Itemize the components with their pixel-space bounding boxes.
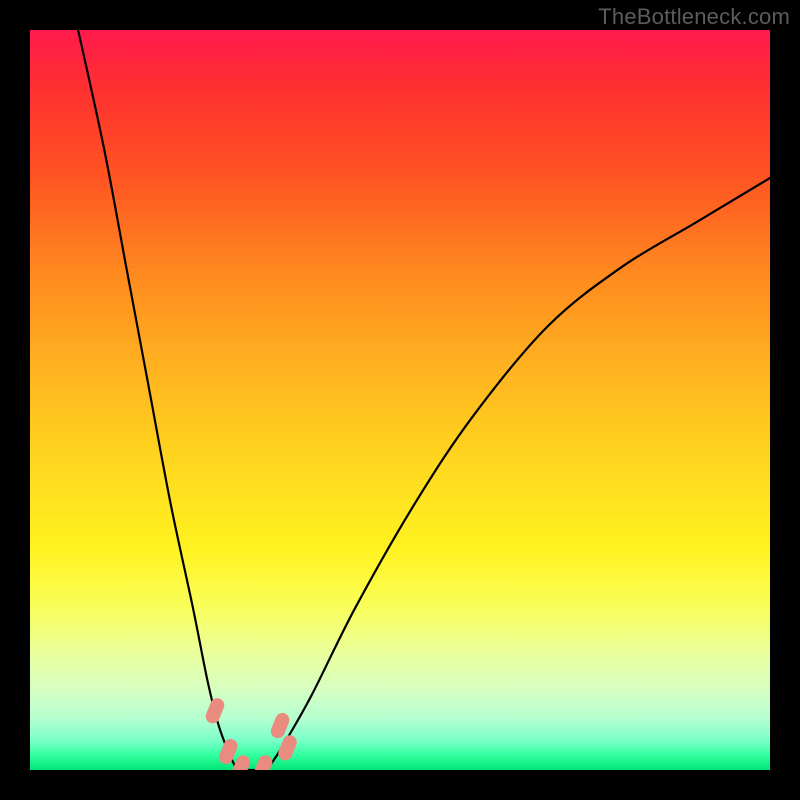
curve-layer — [30, 30, 770, 770]
curve-right-branch — [267, 178, 770, 770]
plot-area — [30, 30, 770, 770]
attribution-label: TheBottleneck.com — [598, 4, 790, 30]
marker-left-highlight-upper — [204, 696, 227, 725]
chart-frame: TheBottleneck.com — [0, 0, 800, 800]
marker-bottom-highlight-right — [252, 753, 275, 770]
curve-left-branch — [78, 30, 237, 770]
